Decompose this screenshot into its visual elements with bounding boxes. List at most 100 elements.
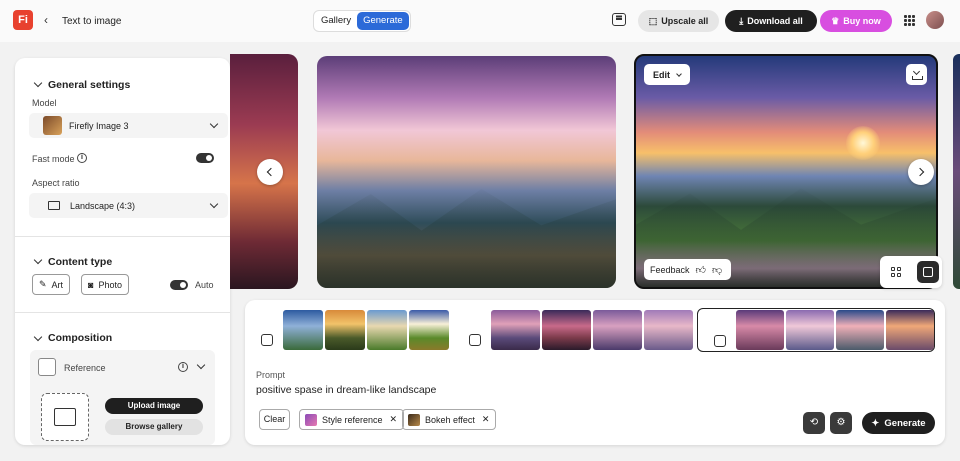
upload-image-label: Upload image	[127, 401, 181, 410]
model-select[interactable]: Firefly Image 3	[29, 113, 228, 138]
thumbnail[interactable]	[367, 310, 407, 350]
art-brush-icon: ✎	[39, 279, 47, 289]
crown-icon: ♛	[831, 15, 840, 26]
download-all-button[interactable]: ⤓ Download all	[725, 10, 817, 32]
thumbs-down-icon[interactable]: 👎︎	[712, 264, 722, 276]
landscape-icon	[48, 201, 60, 210]
view-mode-toggle	[880, 256, 942, 288]
buy-now-button[interactable]: ♛ Buy now	[820, 10, 892, 32]
app-logo[interactable]: Fi	[13, 10, 33, 30]
fast-mode-toggle[interactable]	[196, 153, 214, 163]
thumbnail[interactable]	[409, 310, 449, 350]
thumbnail[interactable]	[325, 310, 365, 350]
thumbnail[interactable]	[644, 310, 693, 350]
upscale-all-button[interactable]: ⬚ Upscale all	[638, 10, 719, 32]
info-icon[interactable]: i	[178, 362, 188, 372]
buy-now-label: Buy now	[843, 16, 881, 26]
style-reference-thumbnail	[305, 413, 317, 426]
generate-button[interactable]: ✦ Generate	[862, 412, 935, 434]
app-switcher-icon[interactable]	[904, 15, 915, 26]
page-title: Text to image	[62, 16, 122, 27]
browse-gallery-button[interactable]: Browse gallery	[105, 419, 203, 435]
info-icon[interactable]: i	[77, 153, 87, 163]
generation-batch-1[interactable]	[245, 308, 450, 352]
download-image-button[interactable]	[906, 64, 927, 85]
photo-label: Photo	[98, 279, 122, 290]
settings-sidebar: General settings Model Firefly Image 3 F…	[15, 58, 230, 445]
chevron-down-icon	[209, 119, 219, 129]
download-icon: ⤓	[739, 15, 744, 26]
thumbnail[interactable]	[593, 310, 642, 350]
reuse-prompt-icon[interactable]	[261, 334, 273, 346]
reuse-prompt-icon[interactable]	[714, 335, 726, 347]
generated-image-selected[interactable]	[634, 54, 938, 289]
upload-image-button[interactable]: Upload image	[105, 398, 203, 414]
aspect-ratio-value: Landscape (4:3)	[70, 201, 136, 211]
prompt-settings-icon[interactable]: ⚙	[830, 412, 852, 434]
content-type-heading[interactable]: Content type	[48, 256, 112, 268]
single-view-icon[interactable]	[917, 261, 939, 283]
generated-image-next[interactable]	[953, 54, 960, 289]
chevron-down-icon[interactable]	[196, 360, 206, 370]
chip-label: Bokeh effect	[425, 414, 475, 425]
photo-button[interactable]: ◙ Photo	[81, 274, 129, 295]
art-button[interactable]: ✎ Art	[32, 274, 71, 295]
reference-label: Reference	[64, 363, 106, 373]
chat-feedback-icon[interactable]	[612, 13, 626, 26]
browse-gallery-label: Browse gallery	[125, 422, 183, 431]
prompt-input[interactable]: positive spase in dream-like landscape	[256, 384, 436, 396]
generation-batch-2[interactable]	[453, 308, 693, 352]
reuse-prompt-icon[interactable]	[469, 334, 481, 346]
close-icon[interactable]: ✕	[482, 414, 490, 425]
edit-menu-button[interactable]: Edit	[644, 64, 690, 85]
view-switcher: Gallery Generate	[313, 10, 411, 32]
bokeh-effect-chip[interactable]: Bokeh effect ✕	[402, 409, 497, 430]
close-icon[interactable]: ✕	[390, 414, 398, 425]
upscale-all-label: Upscale all	[661, 16, 709, 26]
camera-icon: ◙	[88, 279, 94, 290]
aspect-ratio-label: Aspect ratio	[32, 178, 80, 188]
download-all-label: Download all	[747, 16, 803, 26]
thumbs-up-icon[interactable]: 👍︎	[696, 264, 706, 276]
auto-label: Auto	[195, 280, 214, 290]
grid-view-icon[interactable]	[891, 267, 901, 277]
feedback-bar: Feedback 👍︎ 👎︎	[644, 259, 731, 280]
thumbnail[interactable]	[786, 310, 834, 350]
tab-gallery[interactable]: Gallery	[315, 12, 357, 30]
chevron-down-icon[interactable]	[33, 332, 43, 342]
auto-toggle[interactable]	[170, 280, 188, 290]
generation-batch-3-selected[interactable]	[697, 308, 935, 352]
chevron-down-icon	[676, 70, 682, 77]
style-reference-chip[interactable]: Style reference ✕	[299, 409, 405, 430]
next-image-button[interactable]	[908, 159, 934, 185]
composition-heading[interactable]: Composition	[48, 332, 112, 344]
clear-button[interactable]: Clear	[259, 409, 290, 430]
chip-label: Style reference	[322, 414, 383, 425]
upscale-icon: ⬚	[648, 15, 658, 26]
edit-label: Edit	[653, 69, 670, 80]
generate-label: Generate	[884, 417, 926, 429]
thumbnail[interactable]	[736, 310, 784, 350]
back-arrow-icon[interactable]: ‹	[44, 13, 48, 27]
thumbnail[interactable]	[836, 310, 884, 350]
model-value: Firefly Image 3	[69, 121, 129, 131]
art-label: Art	[51, 279, 64, 290]
aspect-ratio-select[interactable]: Landscape (4:3)	[29, 193, 228, 218]
thumbnail[interactable]	[886, 310, 934, 350]
fast-mode-label: Fast mode	[32, 154, 75, 164]
image-upload-dropzone[interactable]	[41, 393, 89, 441]
thumbnail[interactable]	[491, 310, 540, 350]
thumbnail[interactable]	[283, 310, 323, 350]
tab-generate[interactable]: Generate	[357, 12, 409, 30]
feedback-label: Feedback	[650, 264, 690, 275]
thumbnail[interactable]	[542, 310, 591, 350]
history-icon[interactable]: ⟲	[803, 412, 825, 434]
avatar[interactable]	[926, 11, 944, 29]
reference-image-icon	[38, 358, 56, 376]
previous-image-button[interactable]	[257, 159, 283, 185]
generated-image-2[interactable]	[317, 56, 616, 288]
chevron-down-icon[interactable]	[33, 78, 43, 88]
chevron-down-icon[interactable]	[33, 255, 43, 265]
general-settings-heading[interactable]: General settings	[48, 79, 130, 91]
reference-panel: Reference i Upload image Browse gallery	[30, 350, 215, 445]
